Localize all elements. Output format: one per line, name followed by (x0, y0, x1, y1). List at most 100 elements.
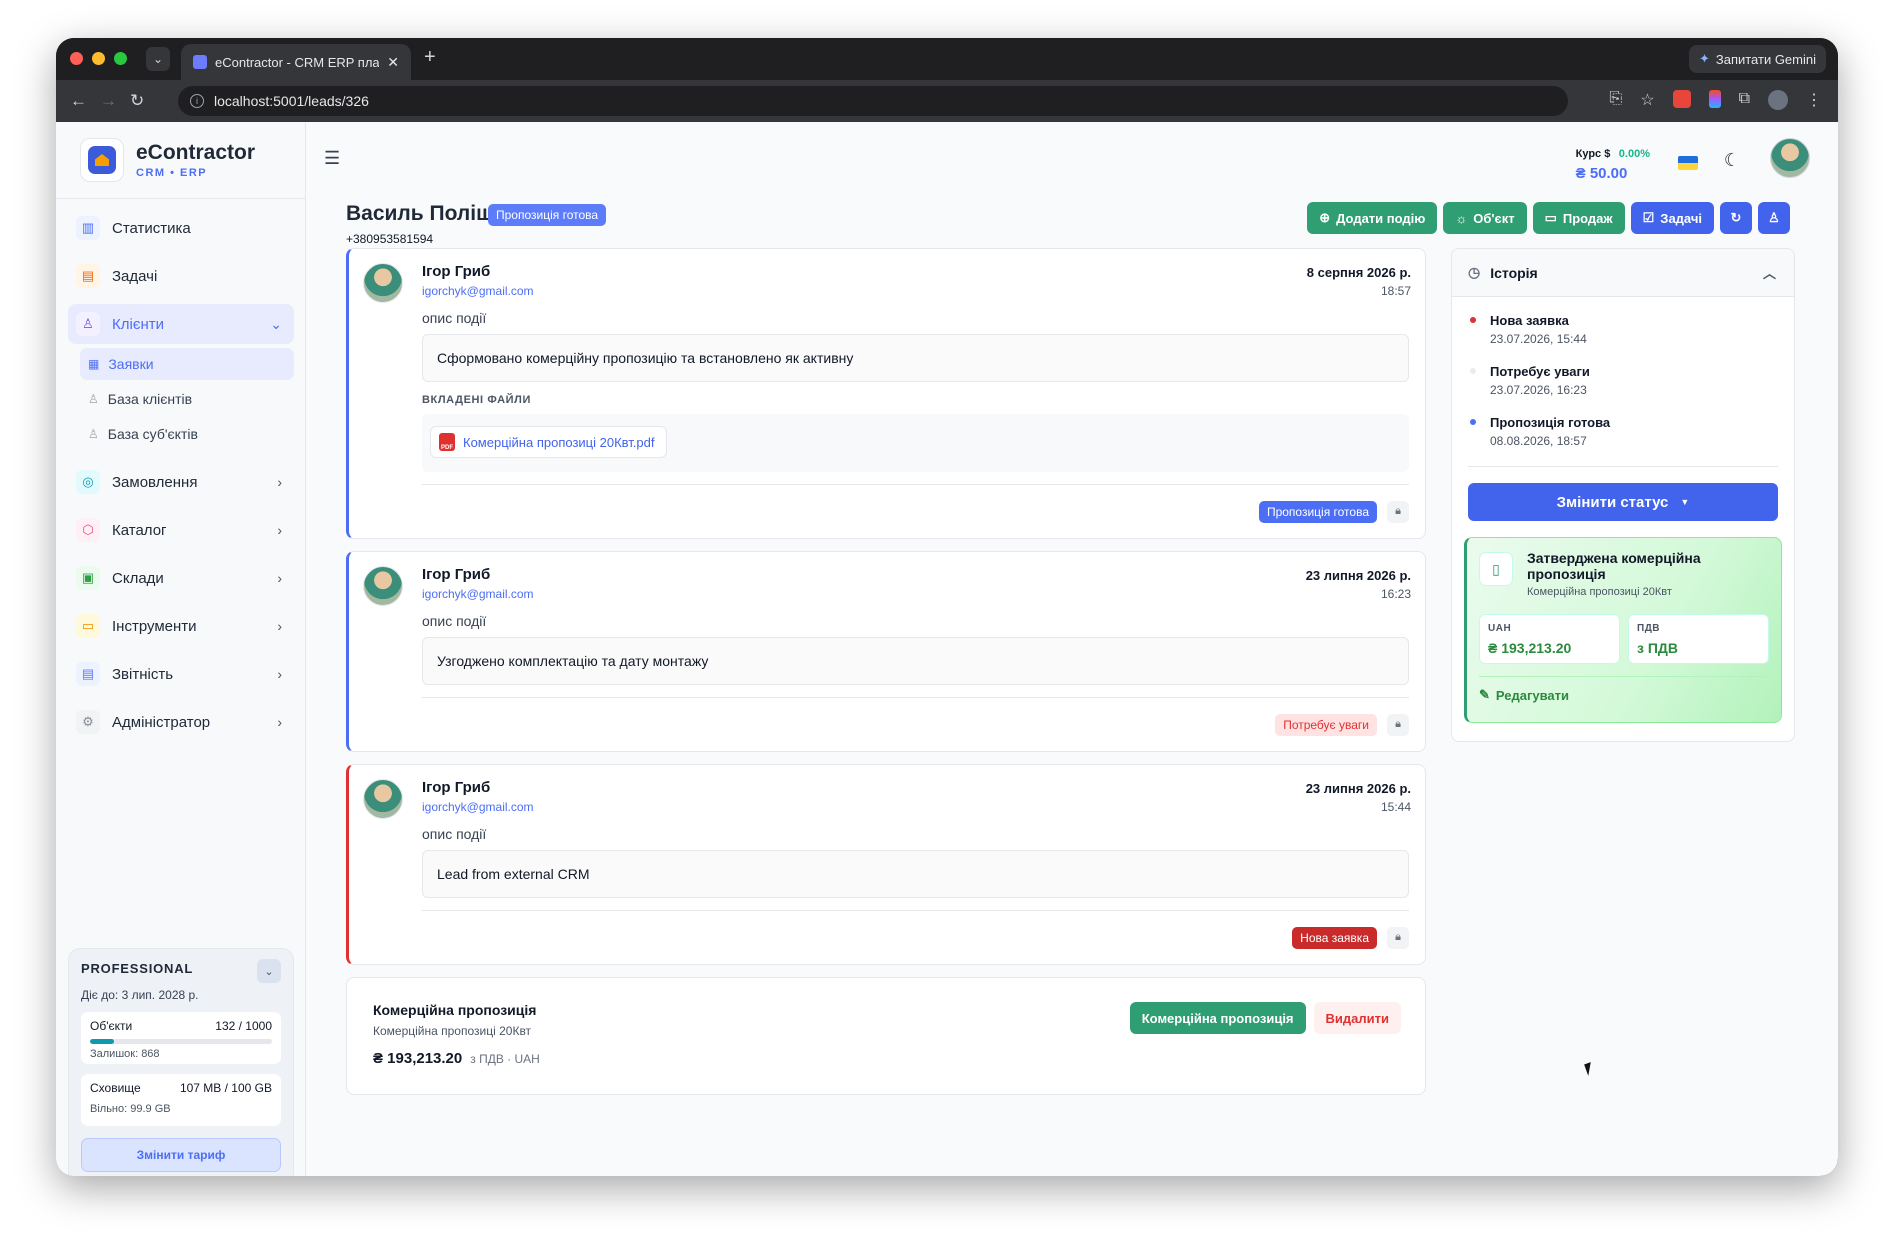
reload-icon[interactable]: ↻ (130, 91, 144, 111)
sidebar-item-label: Замовлення (112, 473, 198, 491)
lead-phone: +380953581594 (346, 232, 434, 246)
toolbox-icon: ▭ (76, 614, 100, 638)
vat-box: ПДВ з ПДВ (1628, 614, 1769, 664)
uah-label: UAH (1488, 623, 1512, 634)
maximize-window-button[interactable] (114, 52, 127, 65)
sidebar-item-tasks[interactable]: ▤ Задачі (68, 256, 294, 296)
plan-collapse-chevron-icon[interactable]: ⌄ (257, 959, 281, 983)
change-status-button[interactable]: Змінити статус ▼ (1468, 483, 1778, 521)
sidebar-item-reports[interactable]: ▤ Звітність › (68, 654, 294, 694)
timeline-title: Потребує уваги (1490, 364, 1590, 379)
caret-down-icon: ▼ (1680, 497, 1690, 507)
event-description-label: опис події (422, 826, 487, 842)
minimize-window-button[interactable] (92, 52, 105, 65)
new-tab-icon[interactable]: + (424, 46, 436, 69)
close-window-button[interactable] (70, 52, 83, 65)
event-status-badge: Потребує уваги (1275, 713, 1377, 736)
tab-list-chevron-icon[interactable]: ⌄ (146, 47, 170, 71)
browser-profile-avatar[interactable] (1768, 90, 1788, 110)
history-header[interactable]: ◷ Історія ︿ (1452, 249, 1794, 297)
change-plan-button[interactable]: Змінити тариф (81, 1138, 281, 1172)
attached-file-name: Комерційна пропозиці 20Квт.pdf (463, 434, 655, 450)
sidebar-item-orders[interactable]: ◎ Замовлення › (68, 462, 294, 502)
sidebar-subitem-label: Заявки (108, 356, 154, 372)
extension-red-icon[interactable] (1672, 90, 1691, 108)
sidebar-subitem-leads[interactable]: ▦ Заявки (80, 348, 294, 380)
client-profile-button[interactable]: ♙ (1758, 202, 1790, 234)
lock-icon[interactable]: 🔒︎ (1387, 926, 1409, 949)
tasks-button[interactable]: ☑ Задачі (1630, 202, 1714, 234)
sidebar-item-tools[interactable]: ▭ Інструменти › (68, 606, 294, 646)
list-icon: ▦ (88, 357, 100, 371)
open-proposal-button[interactable]: Комерційна пропозиція (1129, 1002, 1306, 1034)
ukraine-flag-icon[interactable] (1678, 156, 1698, 170)
browser-menu-icon[interactable]: ⋮ (1806, 90, 1822, 110)
app-root: eContractor CRM • ERP ▥ Статистика ▤ Зад… (56, 122, 1838, 1176)
sidebar-item-label: Задачі (112, 267, 158, 285)
lock-icon[interactable]: 🔒︎ (1387, 713, 1409, 736)
chevron-down-icon: ⌄ (270, 315, 282, 332)
timeline-title: Нова заявка (1490, 313, 1569, 328)
sidebar-item-admin[interactable]: ⚙ Адміністратор › (68, 702, 294, 742)
bookmark-star-icon[interactable]: ☆ (1640, 90, 1654, 110)
site-info-icon[interactable]: i (190, 94, 204, 108)
event-author-email[interactable]: igorchyk@gmail.com (422, 284, 1409, 298)
topbar: ☰ Курс $ 0.00% ₴ 50.00 ☾ (306, 122, 1832, 196)
history-divider (1468, 466, 1778, 467)
sidebar-item-warehouses[interactable]: ▣ Склади › (68, 558, 294, 598)
figma-extension-icon[interactable] (1708, 90, 1721, 108)
event-card: Ігор Гриб igorchyk@gmail.com 23 липня 20… (346, 764, 1426, 965)
attached-files: PDF Комерційна пропозиці 20Квт.pdf (422, 414, 1409, 472)
brand-logo[interactable]: eContractor CRM • ERP (80, 138, 255, 182)
lock-icon[interactable]: 🔒︎ (1387, 500, 1409, 523)
objects-remaining: Залишок: 868 (90, 1048, 160, 1060)
attached-file-link[interactable]: PDF Комерційна пропозиці 20Квт.pdf (430, 426, 668, 458)
timeline-date: 23.07.2026, 16:23 (1490, 383, 1587, 397)
event-author-email[interactable]: igorchyk@gmail.com (422, 587, 1409, 601)
extensions-puzzle-icon[interactable]: ⧉ (1739, 90, 1750, 110)
browser-tab-active[interactable]: eContractor - CRM ERP платф ✕ (181, 44, 411, 80)
proposal-sum: ₴ 193,213.20 (373, 1050, 463, 1067)
dark-mode-moon-icon[interactable]: ☾ (1724, 150, 1740, 171)
sidebar-item-catalog[interactable]: ⬡ Каталог › (68, 510, 294, 550)
sale-button[interactable]: ▭ Продаж (1532, 202, 1625, 234)
edit-label: Редагувати (1495, 687, 1570, 703)
chevron-right-icon: › (277, 714, 282, 730)
author-avatar (363, 779, 403, 819)
rate-value: ₴ 50.00 (1575, 165, 1628, 182)
back-arrow-icon[interactable]: ← (70, 91, 87, 111)
user-avatar[interactable] (1770, 138, 1810, 178)
tasks-label: Задачі (1660, 210, 1702, 226)
sidebar-item-clients[interactable]: ♙ Клієнти ⌄ (68, 304, 294, 344)
warehouse-icon: ▣ (76, 566, 100, 590)
url-text: localhost:5001/leads/326 (214, 93, 369, 109)
object-button[interactable]: ☼ Об'єкт (1443, 202, 1527, 234)
plan-name: PROFESSIONAL (81, 961, 194, 976)
chevron-right-icon: › (277, 570, 282, 586)
browser-toolbar: ← → ↻ i localhost:5001/leads/326 ⎘ ☆ ⧉ ⋮ (56, 80, 1838, 122)
edit-proposal-button[interactable]: ✎ Редагувати (1479, 687, 1769, 703)
event-description-label: опис події (422, 310, 487, 326)
add-event-button[interactable]: ⊕ Додати подію (1307, 202, 1438, 234)
gemini-button[interactable]: ✦ Запитати Gemini (1688, 45, 1826, 73)
install-app-icon[interactable]: ⎘ (1609, 90, 1622, 110)
tab-close-icon[interactable]: ✕ (387, 54, 399, 71)
address-bar[interactable]: i localhost:5001/leads/326 (178, 86, 1568, 116)
user-icon: ♙ (1768, 210, 1780, 225)
change-status-label: Змінити статус (1556, 493, 1669, 511)
event-date: 23 липня 2026 р. (1305, 568, 1411, 583)
event-description: Узгоджено комплектацію та дату монтажу (422, 637, 1409, 685)
event-author-email[interactable]: igorchyk@gmail.com (422, 800, 1409, 814)
sidebar-subitem-subjects-base[interactable]: ♙ База суб'єктів (80, 418, 294, 450)
sidebar-subitem-clients-base[interactable]: ♙ База клієнтів (80, 383, 294, 415)
event-date: 23 липня 2026 р. (1305, 781, 1411, 796)
delete-proposal-button[interactable]: Видалити (1313, 1002, 1401, 1034)
sidebar-item-statistics[interactable]: ▥ Статистика (68, 208, 294, 248)
chevron-up-icon[interactable]: ︿ (1763, 263, 1776, 282)
forward-arrow-icon[interactable]: → (100, 91, 117, 111)
event-time: 16:23 (1380, 587, 1411, 601)
objects-value: 132 / 1000 (215, 1019, 272, 1033)
refresh-button[interactable]: ↻ (1720, 202, 1752, 234)
uah-amount-box: UAH ₴ 193,213.20 (1479, 614, 1620, 664)
hamburger-menu-icon[interactable]: ☰ (324, 148, 340, 169)
